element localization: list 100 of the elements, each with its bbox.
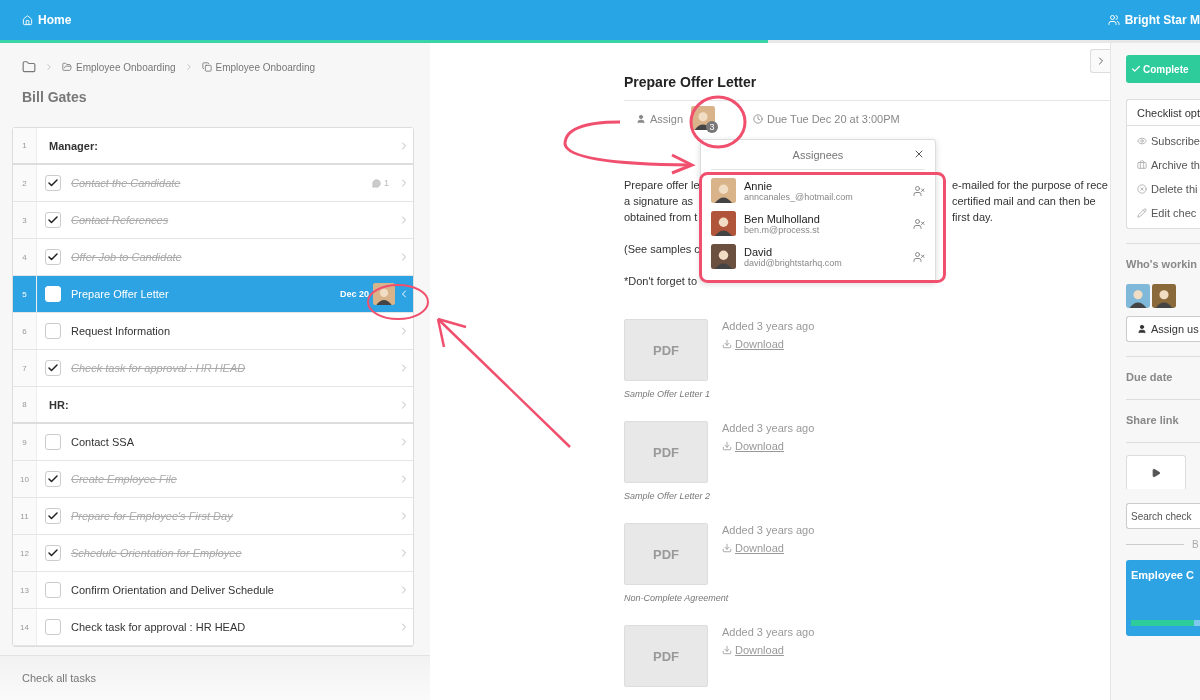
assignee-name: David [744, 245, 774, 258]
edit-icon [1137, 208, 1147, 218]
checkbox[interactable] [45, 582, 61, 598]
assignee-email: anncanales_@hotmail.com [744, 191, 854, 202]
task-number: 2 [13, 165, 37, 201]
description-text: e-mailed for the purpose of rece [952, 178, 1108, 193]
pdf-thumbnail[interactable]: PDF [624, 523, 708, 585]
breadcrumb-link[interactable]: Employee Onboarding [62, 61, 176, 73]
pdf-thumbnail[interactable]: PDF [624, 421, 708, 483]
assignee-name: Ben Mulholland [744, 212, 821, 225]
section-heading-row[interactable]: 1 Manager: [13, 128, 413, 165]
task-label: Request Information [71, 325, 172, 337]
task-label: Contact SSA [71, 436, 135, 448]
play-icon [1151, 467, 1161, 478]
task-row[interactable]: 14 Check task for approval : HR HEAD [13, 609, 413, 646]
download-link[interactable]: Download [722, 644, 815, 656]
task-number: 13 [13, 572, 37, 608]
copy-icon [201, 62, 212, 72]
task-row[interactable]: 10 Create Employee File [13, 461, 413, 498]
task-row[interactable]: 5 Prepare Offer Letter Dec 20 [13, 276, 413, 313]
task-row[interactable]: 9 Contact SSA [13, 424, 413, 461]
task-label: Schedule Orientation for Employee [71, 547, 243, 559]
card-title: Employee C [1131, 569, 1195, 581]
complete-button[interactable]: Complete [1126, 55, 1200, 83]
description-text: (See samples c [624, 242, 700, 257]
check-icon [47, 362, 59, 374]
avatar [711, 211, 736, 236]
task-label: Create Employee File [71, 473, 178, 485]
folder-icon[interactable] [22, 60, 36, 74]
search-field[interactable]: Search check [1126, 503, 1200, 529]
assignee-name: Annie [744, 179, 774, 192]
option-link[interactable]: Subscribe [1127, 129, 1200, 153]
checkbox[interactable] [45, 619, 61, 635]
option-link[interactable]: Delete thi [1127, 177, 1200, 201]
description-text: *Don't forget to [624, 274, 698, 289]
download-icon [722, 543, 732, 553]
pdf-thumbnail[interactable]: PDF [624, 625, 708, 687]
checkbox[interactable] [45, 360, 61, 376]
task-label: Prepare for Employee's First Day [71, 510, 234, 522]
checklist-card[interactable]: Employee C [1126, 560, 1200, 636]
check-all-link[interactable]: Check all tasks [22, 672, 96, 684]
task-label: Contact References [71, 214, 170, 226]
task-row[interactable]: 4 Offer Job to Candidate [13, 239, 413, 276]
users-icon [1107, 14, 1120, 26]
download-icon [722, 339, 732, 349]
task-number: 10 [13, 461, 37, 497]
avatar [711, 178, 736, 203]
delete-icon [1137, 184, 1147, 194]
task-row[interactable]: 7 Check task for approval : HR HEAD [13, 350, 413, 387]
download-link[interactable]: Download [722, 542, 815, 554]
assign-users-button[interactable]: Assign us [1126, 316, 1200, 342]
task-number: 7 [13, 350, 37, 386]
download-link[interactable]: Download [722, 440, 815, 452]
breadcrumb-link[interactable]: Employee Onboarding [201, 61, 316, 73]
remove-user-button[interactable] [913, 184, 925, 197]
play-tab[interactable] [1126, 455, 1186, 489]
download-link[interactable]: Download [722, 338, 815, 350]
remove-user-button[interactable] [913, 250, 925, 263]
annotation-circle [688, 94, 748, 150]
check-icon [47, 547, 59, 559]
section-heading-row[interactable]: 8 HR: [13, 387, 413, 424]
option-link[interactable]: Edit chec [1127, 201, 1200, 225]
task-row[interactable]: 12 Schedule Orientation for Employee [13, 535, 413, 572]
checkbox[interactable] [45, 545, 61, 561]
close-button[interactable] [913, 148, 925, 160]
pdf-thumbnail[interactable]: PDF [624, 319, 708, 381]
added-time: Added 3 years ago [722, 626, 815, 638]
checkbox[interactable] [45, 175, 61, 191]
user-icon [636, 114, 646, 124]
archive-icon [1137, 160, 1147, 170]
checkbox[interactable] [45, 508, 61, 524]
checkbox[interactable] [45, 323, 61, 339]
task-label: Check task for approval : HR HEAD [71, 621, 247, 633]
task-row[interactable]: 13 Confirm Orientation and Deliver Schedule [13, 572, 413, 609]
checkbox[interactable] [45, 249, 61, 265]
option-link[interactable]: Archive th [1127, 153, 1200, 177]
task-label: Contact the Candidate [71, 177, 182, 189]
due-date: Due Tue Dec 20 at 3:00PM [753, 113, 900, 125]
home-link[interactable]: Home [22, 13, 72, 27]
subscribe-icon [1137, 136, 1147, 146]
check-icon [47, 251, 59, 263]
task-row[interactable]: 2 Contact the Candidate 1 [13, 165, 413, 202]
checkbox[interactable] [45, 471, 61, 487]
checkbox[interactable] [45, 434, 61, 450]
organization-link[interactable]: Bright Star M [1107, 13, 1200, 27]
avatar [1126, 284, 1150, 308]
download-icon [722, 645, 732, 655]
task-row[interactable]: 3 Contact References [13, 202, 413, 239]
checkbox[interactable] [45, 212, 61, 228]
divider-label: B [1192, 539, 1199, 550]
remove-user-button[interactable] [913, 217, 925, 230]
popover-title: Assignees [792, 148, 844, 161]
check-icon [47, 473, 59, 485]
task-row[interactable]: 6 Request Information [13, 313, 413, 350]
panel-toggle-button[interactable] [1090, 49, 1110, 73]
assignee-email: david@brightstarhq.com [744, 257, 843, 268]
task-row[interactable]: 11 Prepare for Employee's First Day [13, 498, 413, 535]
task-number: 8 [13, 387, 37, 422]
added-time: Added 3 years ago [722, 320, 815, 332]
options-title: Checklist opt [1127, 100, 1200, 126]
